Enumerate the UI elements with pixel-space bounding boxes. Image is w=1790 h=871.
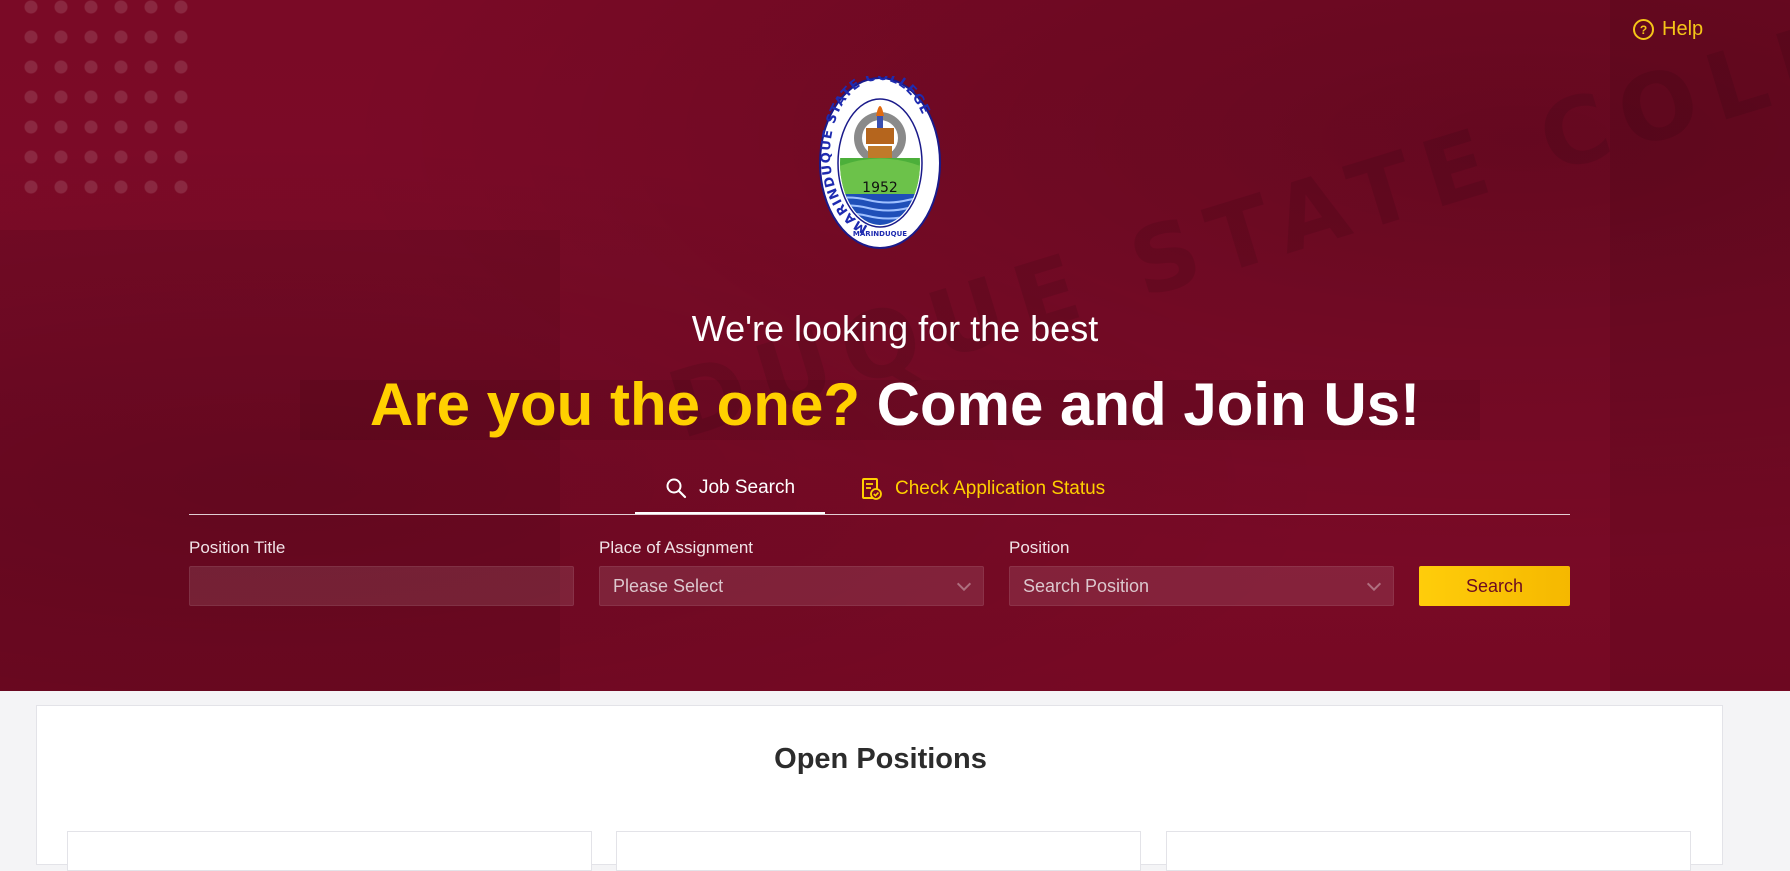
tab-job-search[interactable]: Job Search <box>635 464 825 514</box>
college-seal-logo: MARINDUQUE STATE COLLEGE 1952 MARINDUQUE <box>819 76 941 249</box>
position-title-input[interactable] <box>189 566 574 606</box>
position-label: Position <box>1009 538 1070 557</box>
position-value: Search Position <box>1023 575 1150 596</box>
chevron-down-icon <box>1366 576 1382 592</box>
open-positions-panel: Open Positions <box>36 705 1723 871</box>
headline-highlight: Are you the one? <box>369 371 860 438</box>
tab-check-application-status[interactable]: Check Application Status <box>861 464 1105 514</box>
hero-tagline: We're looking for the best <box>691 308 1099 349</box>
document-check-icon <box>862 478 882 500</box>
svg-text:MARINDUQUE: MARINDUQUE <box>853 230 907 238</box>
place-of-assignment-value: Please Select <box>613 575 724 596</box>
tab-check-application-status-label: Check Application Status <box>895 478 1106 499</box>
open-positions-title: Open Positions <box>774 743 987 775</box>
position-card[interactable] <box>1166 831 1691 871</box>
background-building-left <box>0 230 560 691</box>
tab-job-search-label: Job Search <box>698 477 796 498</box>
search-tabs: Job Search Check Application Status <box>189 464 1570 515</box>
help-link[interactable]: ? Help <box>1633 18 1703 41</box>
position-card[interactable] <box>616 831 1141 871</box>
hero-headline: Are you the one? Come and Join Us! <box>0 370 1790 439</box>
search-icon <box>666 478 687 499</box>
help-label: Help <box>1662 18 1704 40</box>
chevron-down-icon <box>956 576 972 592</box>
decorative-dot-pattern <box>16 0 191 200</box>
position-select[interactable]: Search Position <box>1009 566 1394 606</box>
hero-banner: DUQUE STATE COLLEGE ? Help MARINDUQUE ST… <box>0 0 1790 691</box>
search-button[interactable]: Search <box>1419 566 1570 606</box>
position-card[interactable] <box>67 831 592 871</box>
headline-rest: Come and Join Us! <box>876 371 1421 438</box>
help-circle-icon: ? <box>1633 19 1654 40</box>
place-of-assignment-select[interactable]: Please Select <box>599 566 984 606</box>
place-of-assignment-label: Place of Assignment <box>599 538 754 557</box>
position-title-label: Position Title <box>189 538 286 557</box>
svg-text:1952: 1952 <box>862 180 898 196</box>
